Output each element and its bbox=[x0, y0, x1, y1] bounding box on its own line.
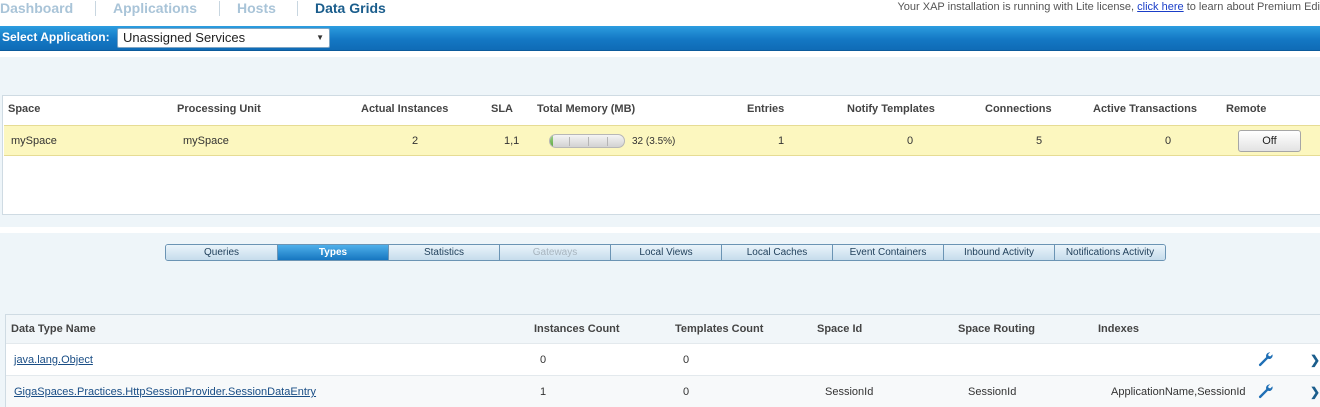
data-type-link[interactable]: GigaSpaces.Practices.HttpSessionProvider… bbox=[14, 386, 316, 398]
tab-event-containers[interactable]: Event Containers bbox=[832, 245, 943, 260]
license-link[interactable]: click here bbox=[1137, 1, 1183, 13]
space-row-selected[interactable]: mySpace mySpace 2 1,1 32 (3.5%) 1 0 5 0 … bbox=[4, 125, 1320, 156]
col-header-templates-count[interactable]: Templates Count bbox=[675, 323, 763, 335]
col-header-indexes[interactable]: Indexes bbox=[1098, 323, 1139, 335]
templates-count: 0 bbox=[683, 386, 690, 398]
space-routing: SessionId bbox=[968, 386, 1017, 398]
application-bar: Select Application: Unassigned Services … bbox=[0, 26, 1320, 51]
space-name: mySpace bbox=[11, 135, 57, 147]
tab-types[interactable]: Types bbox=[277, 245, 388, 260]
col-header-processing-unit[interactable]: Processing Unit bbox=[177, 103, 261, 115]
sla-value: 1,1 bbox=[504, 135, 520, 147]
data-type-link[interactable]: java.lang.Object bbox=[14, 354, 93, 366]
col-header-notify-templates[interactable]: Notify Templates bbox=[847, 103, 935, 115]
nav-separator bbox=[297, 1, 298, 16]
tab-inbound-activity[interactable]: Inbound Activity bbox=[943, 245, 1054, 260]
select-application-label: Select Application: bbox=[2, 30, 110, 44]
col-header-connections[interactable]: Connections bbox=[985, 103, 1052, 115]
col-header-entries[interactable]: Entries bbox=[747, 103, 784, 115]
tab-statistics[interactable]: Statistics bbox=[388, 245, 499, 260]
nav-separator bbox=[95, 1, 96, 16]
memory-bar-tick bbox=[588, 137, 589, 146]
license-suffix: to learn about Premium Edi bbox=[1183, 1, 1320, 13]
processing-unit-name: mySpace bbox=[183, 135, 229, 147]
application-select[interactable]: Unassigned Services ▼ bbox=[117, 28, 330, 48]
types-grid: Data Type Name Instances Count Templates… bbox=[5, 314, 1320, 407]
table-row[interactable]: java.lang.Object 0 0 ❯ bbox=[6, 343, 1320, 375]
memory-bar-tick bbox=[569, 137, 570, 146]
wrench-icon[interactable] bbox=[1257, 383, 1273, 399]
col-header-data-type-name[interactable]: Data Type Name bbox=[11, 323, 96, 335]
col-header-instances-count[interactable]: Instances Count bbox=[534, 323, 620, 335]
top-navigation: Dashboard Applications Hosts Data Grids … bbox=[0, 0, 1320, 26]
license-prefix: Your XAP installation is running with Li… bbox=[897, 1, 1138, 13]
entries-value: 1 bbox=[778, 135, 785, 147]
tab-gateways: Gateways bbox=[499, 245, 610, 260]
col-header-active-transactions[interactable]: Active Transactions bbox=[1093, 103, 1197, 115]
memory-bar-tick bbox=[607, 137, 608, 146]
chevron-right-icon[interactable]: ❯ bbox=[1310, 385, 1320, 399]
tab-dashboard[interactable]: Dashboard bbox=[0, 0, 73, 18]
wrench-icon[interactable] bbox=[1257, 351, 1273, 367]
tab-data-grids[interactable]: Data Grids bbox=[315, 0, 386, 18]
col-header-remote[interactable]: Remote bbox=[1226, 103, 1266, 115]
col-header-sla[interactable]: SLA bbox=[491, 103, 513, 115]
nav-separator bbox=[219, 1, 220, 16]
chevron-right-icon[interactable]: ❯ bbox=[1310, 353, 1320, 367]
templates-count: 0 bbox=[683, 354, 690, 366]
col-header-actual-instances[interactable]: Actual Instances bbox=[361, 103, 448, 115]
active-transactions-value: 0 bbox=[1165, 135, 1172, 147]
instances-count: 1 bbox=[540, 386, 547, 398]
memory-value: 32 (3.5%) bbox=[632, 136, 676, 147]
dropdown-arrow-icon: ▼ bbox=[316, 33, 324, 42]
table-row[interactable]: GigaSpaces.Practices.HttpSessionProvider… bbox=[6, 375, 1320, 407]
notify-templates-value: 0 bbox=[907, 135, 914, 147]
tab-notifications-activity[interactable]: Notifications Activity bbox=[1054, 245, 1165, 260]
instances-count: 0 bbox=[540, 354, 547, 366]
connections-value: 5 bbox=[1036, 135, 1043, 147]
indexes: ApplicationName,SessionId bbox=[1111, 386, 1246, 398]
tab-local-caches[interactable]: Local Caches bbox=[721, 245, 832, 260]
actual-instances-value: 2 bbox=[412, 135, 419, 147]
space-detail-tabs: Queries Types Statistics Gateways Local … bbox=[165, 244, 1166, 261]
space-grid: Space Processing Unit Actual Instances S… bbox=[2, 95, 1320, 215]
types-grid-header: Data Type Name Instances Count Templates… bbox=[6, 315, 1320, 343]
memory-usage-fill bbox=[550, 135, 553, 147]
tab-hosts[interactable]: Hosts bbox=[237, 0, 276, 18]
memory-usage-bar bbox=[549, 134, 625, 148]
license-notice: Your XAP installation is running with Li… bbox=[897, 0, 1320, 16]
tab-queries[interactable]: Queries bbox=[166, 245, 277, 260]
remote-toggle-button[interactable]: Off bbox=[1238, 130, 1301, 152]
application-select-value: Unassigned Services bbox=[123, 30, 246, 45]
tab-local-views[interactable]: Local Views bbox=[610, 245, 721, 260]
col-header-total-memory[interactable]: Total Memory (MB) bbox=[537, 103, 635, 115]
col-header-space-routing[interactable]: Space Routing bbox=[958, 323, 1035, 335]
tab-applications[interactable]: Applications bbox=[113, 0, 197, 18]
col-header-space[interactable]: Space bbox=[8, 103, 40, 115]
col-header-space-id[interactable]: Space Id bbox=[817, 323, 862, 335]
space-id: SessionId bbox=[825, 386, 874, 398]
